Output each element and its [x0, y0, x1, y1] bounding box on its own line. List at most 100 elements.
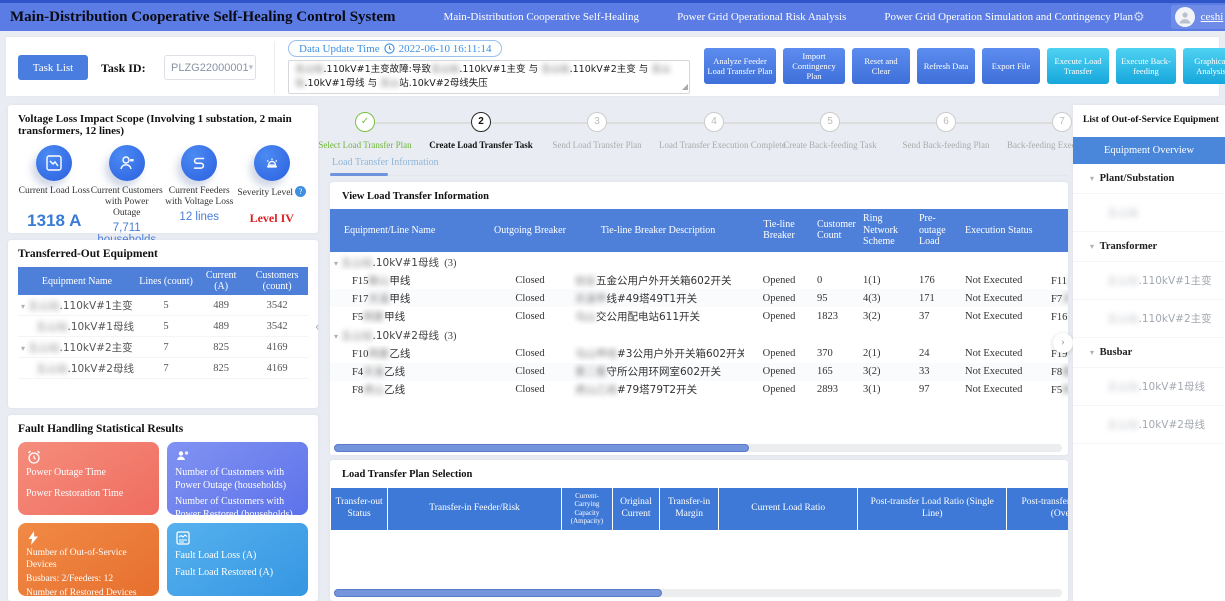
- plan-selection-table: Transfer-out Status Transfer-in Feeder/R…: [330, 488, 1068, 531]
- chevron-down-icon[interactable]: ▾: [334, 259, 338, 268]
- data-update-value: 2022-06-10 16:11:14: [399, 43, 492, 55]
- table-row[interactable]: F5网夏甲线 Closed 马山交公用配电站611开关 Opened 1823 …: [330, 307, 1068, 325]
- fault-description-textarea[interactable]: 五山站.110kV#1主变故障:导致五山站.110kV#1主变 与 五山站.11…: [288, 60, 690, 94]
- plan-table-scroll-area[interactable]: Transfer-out Status Transfer-in Feeder/R…: [330, 488, 1068, 531]
- group-row-busbar-1[interactable]: ▾五山站.10kV#1母线 (3): [330, 252, 1068, 272]
- task-id-select[interactable]: PLZG22000001 ▾: [164, 55, 256, 80]
- table-row[interactable]: 五山站.10kV#1母线 5 489 3542: [18, 316, 308, 337]
- tree-item-busbar-1[interactable]: 五山站.10kV#1母线: [1073, 368, 1225, 406]
- nav-simulation-contingency[interactable]: Power Grid Operation Simulation and Cont…: [884, 11, 1133, 23]
- fault-stats-grid: Power Outage Time Power Restoration Time…: [18, 442, 308, 596]
- tree-item-substation[interactable]: 五山站: [1073, 194, 1225, 232]
- tree-group-transformer[interactable]: ▾ Transformer: [1073, 232, 1225, 262]
- step-select-load-transfer-plan[interactable]: ✓ Select Load Transfer Plan: [310, 112, 420, 150]
- chevron-down-icon: ▾: [1090, 242, 1094, 251]
- import-contingency-plan-button[interactable]: Import Contingency Plan: [783, 48, 845, 84]
- voltage-loss-impact-panel: Voltage Loss Impact Scope (Involving 1 s…: [8, 105, 318, 233]
- graphical-analysis-button[interactable]: Graphical Analysis: [1183, 48, 1225, 84]
- chevron-down-icon[interactable]: ▾: [21, 302, 25, 311]
- table-row[interactable]: ▾五山站.110kV#1主变 5 489 3542: [18, 295, 308, 316]
- refresh-data-button[interactable]: Refresh Data: [917, 48, 975, 84]
- transferred-out-table: Equipment Name Lines (count) Current (A)…: [18, 267, 308, 379]
- tree-item-transformer-1[interactable]: 五山站.110kV#1主变: [1073, 262, 1225, 300]
- user-menu[interactable]: ceshi: [1171, 5, 1225, 29]
- top-nav: Main-Distribution Cooperative Self-Heali…: [444, 11, 1133, 23]
- group-row-busbar-2[interactable]: ▾五山站.10kV#2母线 (3): [330, 325, 1068, 345]
- chevron-down-icon[interactable]: ▾: [21, 344, 25, 353]
- resize-grip-icon[interactable]: ◢: [682, 81, 688, 93]
- execute-back-feeding-button[interactable]: Execute Back-feeding: [1116, 48, 1176, 84]
- load-loss-value: 1318 A: [27, 211, 81, 231]
- scrollbar-thumb[interactable]: [334, 444, 749, 452]
- fault-text-redacted: 五山站: [431, 64, 460, 75]
- fault-load-card: Fault Load Loss (A) Fault Load Restored …: [167, 523, 308, 596]
- table-row[interactable]: F8虎山乙线 Closed 虎山乙线#79塔79T2开关 Opened 2893…: [330, 381, 1068, 399]
- tree-group-plant-substation[interactable]: ▾ Plant/Substation: [1073, 164, 1225, 194]
- task-list-button[interactable]: Task List: [18, 55, 88, 80]
- tree-item-busbar-2[interactable]: 五山站.10kV#2母线: [1073, 406, 1225, 444]
- view-load-transfer-panel: View Load Transfer Information Equipment…: [330, 182, 1068, 455]
- horizontal-scrollbar[interactable]: [334, 444, 1062, 452]
- severity-value: Level IV: [250, 211, 294, 226]
- username: ceshi: [1201, 11, 1224, 23]
- export-file-button[interactable]: Export File: [982, 48, 1040, 84]
- tab-load-transfer-information[interactable]: Load Transfer Information: [330, 155, 441, 174]
- tree-group-busbar[interactable]: ▾ Busbar: [1073, 338, 1225, 368]
- data-update-time-badge: Data Update Time 2022-06-10 16:11:14: [288, 40, 502, 57]
- scrollbar-thumb[interactable]: [334, 589, 662, 597]
- tab-bar: Load Transfer Information: [330, 152, 1068, 176]
- fault-stats-title: Fault Handling Statistical Results: [18, 423, 308, 435]
- load-transfer-table: Equipment/Line Name Outgoing Breaker Tie…: [330, 209, 1068, 399]
- table-row[interactable]: F10网夏乙线 Closed 马山甲线#3公用户外开关箱602开关 Opened…: [330, 345, 1068, 363]
- table-row[interactable]: 五山站.10kV#2母线 7 825 4169: [18, 358, 308, 379]
- collapse-left-panel-icon[interactable]: ‹: [315, 318, 319, 334]
- table-header-row: Equipment/Line Name Outgoing Breaker Tie…: [330, 209, 1068, 252]
- table-row[interactable]: ▾五山站.110kV#2主变 7 825 4169: [18, 337, 308, 358]
- impact-title: Voltage Loss Impact Scope (Involving 1 s…: [18, 113, 308, 137]
- top-right-controls: ⚙ ceshi: [1133, 5, 1225, 29]
- avatar-icon: [1175, 7, 1195, 27]
- table-row[interactable]: F15联山甲线 Closed 创业五金公用户外开关箱602开关 Opened 0…: [330, 271, 1068, 289]
- horizontal-scrollbar[interactable]: [334, 589, 1062, 597]
- gear-icon[interactable]: ⚙: [1133, 9, 1145, 25]
- table-row[interactable]: F4天溪乙线 Closed 第二看守所公用环网室602开关 Opened 165…: [330, 363, 1068, 381]
- stat-customers-outage: Current Customers with Power Outage 7,71…: [91, 145, 164, 246]
- feeders-voltage-loss-icon: [181, 145, 217, 181]
- step-create-back-feeding-task[interactable]: 5 Create Back-feeding Task: [775, 112, 885, 150]
- data-update-label: Data Update Time: [299, 43, 380, 55]
- fault-text: .110kV#2主变 与: [570, 64, 652, 75]
- step-send-load-transfer-plan[interactable]: 3 Send Load Transfer Plan: [542, 112, 652, 150]
- equipment-overview-button[interactable]: Equipment Overview: [1073, 137, 1225, 164]
- customers-outage-restored-card: Number of Customers with Power Outage (h…: [167, 442, 308, 515]
- stat-feeders-voltage-loss: Current Feeders with Voltage Loss 12 lin…: [163, 145, 236, 246]
- table-row[interactable]: F17天溪甲线 Closed 天溪甲线#49塔49T1开关 Opened 95 …: [330, 289, 1068, 307]
- step-load-transfer-execution-complete[interactable]: 4 Load Transfer Execution Complete: [659, 112, 769, 150]
- nav-main-distribution[interactable]: Main-Distribution Cooperative Self-Heali…: [444, 11, 640, 23]
- reset-and-clear-button[interactable]: Reset and Clear: [852, 48, 910, 84]
- expand-right-icon[interactable]: ›: [1053, 333, 1073, 353]
- execute-load-transfer-button[interactable]: Execute Load Transfer: [1047, 48, 1109, 84]
- chevron-down-icon: ▾: [1090, 348, 1094, 357]
- outage-list-title: List of Out-of-Service Equipment: [1073, 105, 1225, 137]
- nav-risk-analysis[interactable]: Power Grid Operational Risk Analysis: [677, 11, 846, 23]
- help-icon[interactable]: ?: [295, 186, 306, 197]
- alarm-clock-icon: [26, 449, 42, 465]
- step-check-icon: ✓: [355, 112, 375, 132]
- severity-icon: [254, 145, 290, 181]
- power-outage-time-card: Power Outage Time Power Restoration Time: [18, 442, 159, 515]
- out-of-service-devices-card: Number of Out-of-Service Devices Busbars…: [18, 523, 159, 596]
- top-bar: Main-Distribution Cooperative Self-Heali…: [0, 0, 1225, 31]
- step-create-load-transfer-task[interactable]: 2 Create Load Transfer Task: [426, 112, 536, 150]
- customers-icon: [175, 449, 191, 465]
- fault-text: .10kV#1母线 与: [305, 78, 381, 89]
- step-send-back-feeding-plan[interactable]: 6 Send Back-feeding Plan: [891, 112, 1001, 150]
- analyze-feeder-load-transfer-plan-button[interactable]: Analyze Feeder Load Transfer Plan: [704, 48, 776, 84]
- lightning-icon: [26, 530, 40, 546]
- customers-outage-icon: [109, 145, 145, 181]
- table-header-row: Equipment Name Lines (count) Current (A)…: [18, 267, 308, 295]
- tree-item-transformer-2[interactable]: 五山站.110kV#2主变: [1073, 300, 1225, 338]
- chevron-down-icon[interactable]: ▾: [334, 332, 338, 341]
- view-table-scroll-area[interactable]: Equipment/Line Name Outgoing Breaker Tie…: [330, 209, 1068, 399]
- fault-text-redacted: 五山站: [295, 64, 324, 75]
- active-tab-indicator: [330, 173, 388, 176]
